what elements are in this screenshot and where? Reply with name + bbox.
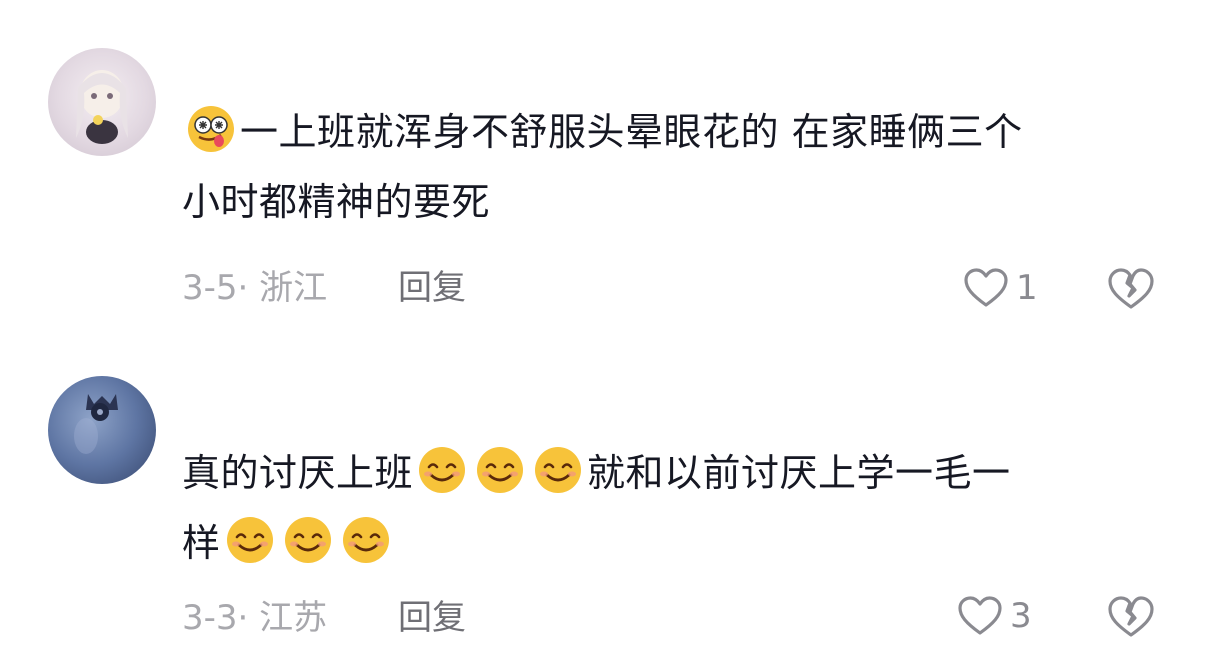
- comment-item: 真的讨厌上班 就和以前讨厌上学一毛一 样 3-3· 江苏 回复 3: [0, 0, 1206, 654]
- reply-button[interactable]: 回复: [398, 598, 466, 638]
- comment-text-part2: 就和以前讨厌上学一毛一: [587, 451, 1011, 495]
- smiling-face-emoji: [340, 514, 392, 566]
- like-count: 3: [1010, 596, 1032, 636]
- comment-text-part1: 真的讨厌上班: [182, 451, 414, 495]
- smiling-face-emoji: [416, 444, 468, 496]
- comment-date-location: 3-3· 江苏: [182, 598, 328, 638]
- heart-icon: [956, 592, 1004, 640]
- comment-text: 真的讨厌上班 就和以前讨厌上学一毛一 样: [182, 438, 1172, 578]
- like-button[interactable]: 3: [956, 592, 1032, 640]
- broken-heart-icon: [1106, 592, 1156, 642]
- comment-list: 一上班就浑身不舒服头晕眼花的 在家睡俩三个 小时都精神的要死 3-5· 浙江 回…: [0, 0, 1206, 654]
- smiling-face-emoji: [224, 514, 276, 566]
- smiling-face-emoji: [532, 444, 584, 496]
- dislike-button[interactable]: [1106, 592, 1156, 642]
- avatar[interactable]: [48, 376, 156, 484]
- smiling-face-emoji: [282, 514, 334, 566]
- smiling-face-emoji: [474, 444, 526, 496]
- comment-text-part3: 样: [182, 521, 221, 565]
